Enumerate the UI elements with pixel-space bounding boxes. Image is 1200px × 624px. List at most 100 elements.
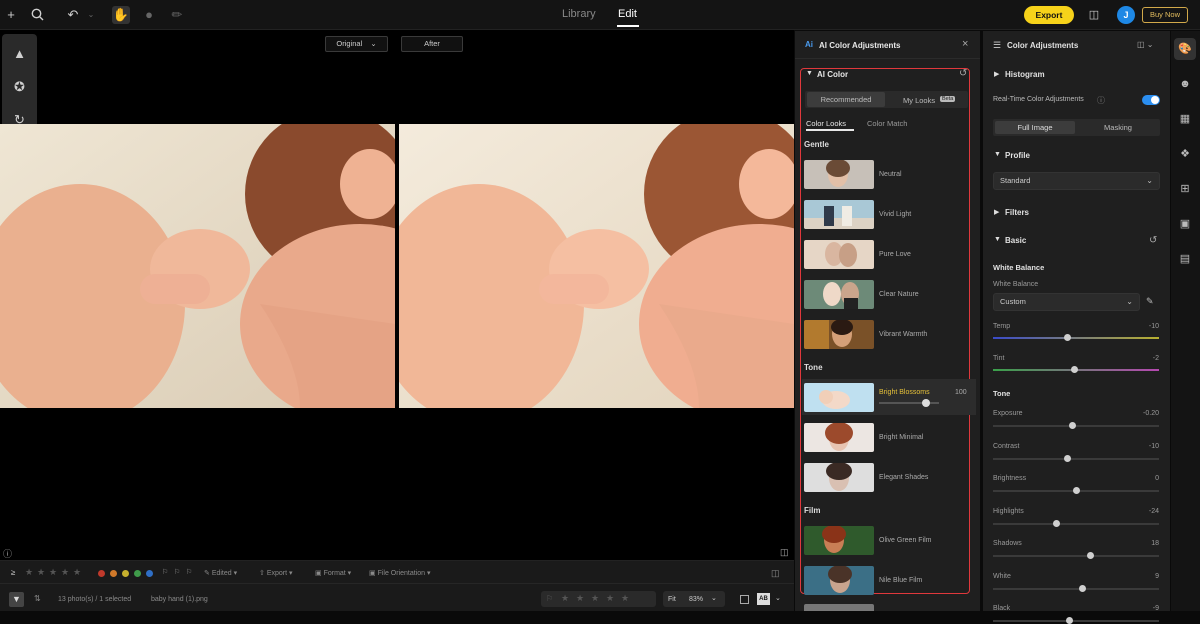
avatar[interactable]: J [1117, 6, 1135, 24]
panel-layout-icon[interactable]: ◫ ⌄ [1137, 40, 1153, 49]
camera-icon[interactable]: ▣ [1175, 215, 1195, 233]
palette-icon[interactable]: 🎨 [1175, 40, 1195, 58]
color-label-dot[interactable] [110, 570, 117, 577]
tone-slider-thumb[interactable] [1064, 454, 1072, 462]
original-dropdown[interactable]: Original ⌄ [325, 36, 388, 52]
rating-star-icon[interactable]: ★ [61, 567, 69, 578]
tone-slider-value[interactable]: -10 [1119, 443, 1159, 450]
reset-icon[interactable]: ↺ [1149, 235, 1157, 246]
tone-slider-track[interactable] [993, 555, 1159, 557]
rating-star-icon[interactable]: ★ [606, 593, 614, 604]
look-label[interactable]: Nile Blue Film [879, 577, 922, 584]
tone-slider-value[interactable]: 18 [1119, 540, 1159, 547]
export-filter[interactable]: ⇧ Export ▾ [259, 569, 293, 577]
temp-slider[interactable] [993, 337, 1159, 339]
look-label[interactable]: Vivid Light [879, 211, 911, 218]
info-icon[interactable]: ⓘ [3, 547, 12, 560]
greater-equal-icon[interactable]: ≥ [11, 568, 15, 577]
tab-masking[interactable]: Masking [1078, 121, 1158, 134]
caret-down-icon[interactable]: ▼ [994, 151, 1001, 158]
hand-tool-icon[interactable]: ✋ [112, 6, 130, 24]
search-icon[interactable] [28, 6, 46, 24]
body-shaping-icon[interactable]: ❖ [1175, 145, 1195, 163]
color-label-dot[interactable] [98, 570, 105, 577]
intensity-slider-thumb[interactable] [922, 399, 930, 407]
preset-icon[interactable]: ▦ [1175, 110, 1195, 128]
look-label[interactable]: Clear Nature [879, 291, 919, 298]
light-spot-icon[interactable]: ✪ [2, 75, 37, 99]
format-filter[interactable]: ▣ Format ▾ [315, 569, 351, 577]
subtab-color-match[interactable]: Color Match [867, 119, 907, 128]
tone-slider-value[interactable]: 9 [1119, 573, 1159, 580]
tone-slider-track[interactable] [993, 620, 1159, 622]
caret-right-icon[interactable]: ▶ [994, 208, 999, 216]
undo-icon[interactable]: ↶ [64, 6, 82, 24]
rating-star-icon[interactable]: ★ [49, 567, 57, 578]
color-label-dot[interactable] [122, 570, 129, 577]
look-thumbnail[interactable] [804, 200, 874, 229]
tone-slider-thumb[interactable] [1052, 519, 1060, 527]
histogram-section[interactable]: Histogram [1005, 70, 1045, 79]
tint-slider-thumb[interactable] [1070, 366, 1078, 373]
tone-slider-thumb[interactable] [1065, 617, 1073, 624]
look-thumbnail[interactable] [804, 526, 874, 555]
rating-star-icon[interactable]: ★ [576, 593, 584, 604]
look-thumbnail[interactable] [804, 240, 874, 269]
help-icon[interactable]: ⓘ [1097, 95, 1105, 106]
face-retouch-icon[interactable]: ☻ [1175, 75, 1195, 93]
intensity-slider[interactable] [879, 402, 939, 404]
eyedropper-icon[interactable]: ✎ [1146, 296, 1154, 307]
filters-section[interactable]: Filters [1005, 208, 1029, 217]
look-thumbnail[interactable] [804, 160, 874, 189]
tab-my-looks[interactable]: My Looks [903, 96, 935, 105]
color-label-dot[interactable] [146, 570, 153, 577]
chevron-down-icon[interactable]: ⌄ [775, 594, 781, 602]
look-thumbnail[interactable] [804, 463, 874, 492]
tone-slider-track[interactable] [993, 587, 1159, 590]
healing-brush-icon[interactable]: ✏ [168, 6, 186, 24]
caret-right-icon[interactable]: ▶ [994, 70, 999, 78]
tone-slider-value[interactable]: -24 [1119, 508, 1159, 515]
caret-down-icon[interactable]: ▼ [806, 70, 813, 77]
rating-star-icon[interactable]: ★ [561, 593, 569, 604]
look-label[interactable]: Pure Love [879, 251, 911, 258]
add-icon[interactable]: + [2, 6, 20, 24]
buy-now-button[interactable]: Buy Now [1142, 7, 1188, 23]
caret-down-icon[interactable]: ▼ [994, 236, 1001, 243]
folder-icon[interactable]: ▤ [1175, 250, 1195, 268]
look-thumbnail[interactable] [804, 383, 874, 412]
compare-view-icon[interactable]: ◫ [1085, 6, 1103, 24]
reset-icon[interactable]: ↺ [959, 68, 967, 79]
look-thumbnail[interactable] [804, 566, 874, 595]
tone-slider-track[interactable] [993, 522, 1159, 525]
look-label-selected[interactable]: Bright Blossoms [879, 389, 930, 396]
close-icon[interactable]: × [962, 38, 968, 50]
look-thumbnail[interactable] [804, 423, 874, 452]
rating-star-icon[interactable]: ★ [37, 567, 45, 578]
panel-toggle-icon[interactable]: ◫ [780, 547, 789, 558]
look-label[interactable]: Elegant Shades [879, 474, 928, 481]
tone-slider-track[interactable] [993, 457, 1159, 460]
tab-library[interactable]: Library [562, 8, 596, 20]
tone-slider-value[interactable]: -0.20 [1119, 410, 1159, 417]
flag-icon[interactable]: ⚐ [186, 568, 192, 576]
rating-star-icon[interactable]: ★ [25, 567, 33, 578]
temp-value[interactable]: -10 [1119, 323, 1159, 330]
look-label[interactable]: Vibrant Warmth [879, 331, 927, 338]
trash-icon[interactable]: ◫ [771, 568, 780, 579]
undo-history-chevron-icon[interactable]: ⌄ [82, 6, 100, 24]
tone-slider-thumb[interactable] [1079, 584, 1087, 592]
tab-edit[interactable]: Edit [618, 8, 637, 20]
ai-color-section-title[interactable]: AI Color [817, 70, 848, 79]
tab-recommended[interactable]: Recommended [807, 92, 885, 107]
tab-full-image[interactable]: Full Image [995, 121, 1075, 134]
compare-view-icon[interactable]: AB [757, 593, 770, 605]
look-label[interactable]: Olive Green Film [879, 537, 932, 544]
sort-icon[interactable]: ⇅ [34, 594, 41, 603]
subtab-color-looks[interactable]: Color Looks [806, 119, 846, 128]
filter-icon[interactable]: ▼ [9, 592, 24, 607]
look-thumbnail[interactable] [804, 320, 874, 349]
look-label[interactable]: Neutral [879, 171, 902, 178]
ai-retouch-icon[interactable]: ● [140, 6, 158, 24]
rating-star-icon[interactable]: ★ [621, 593, 629, 604]
